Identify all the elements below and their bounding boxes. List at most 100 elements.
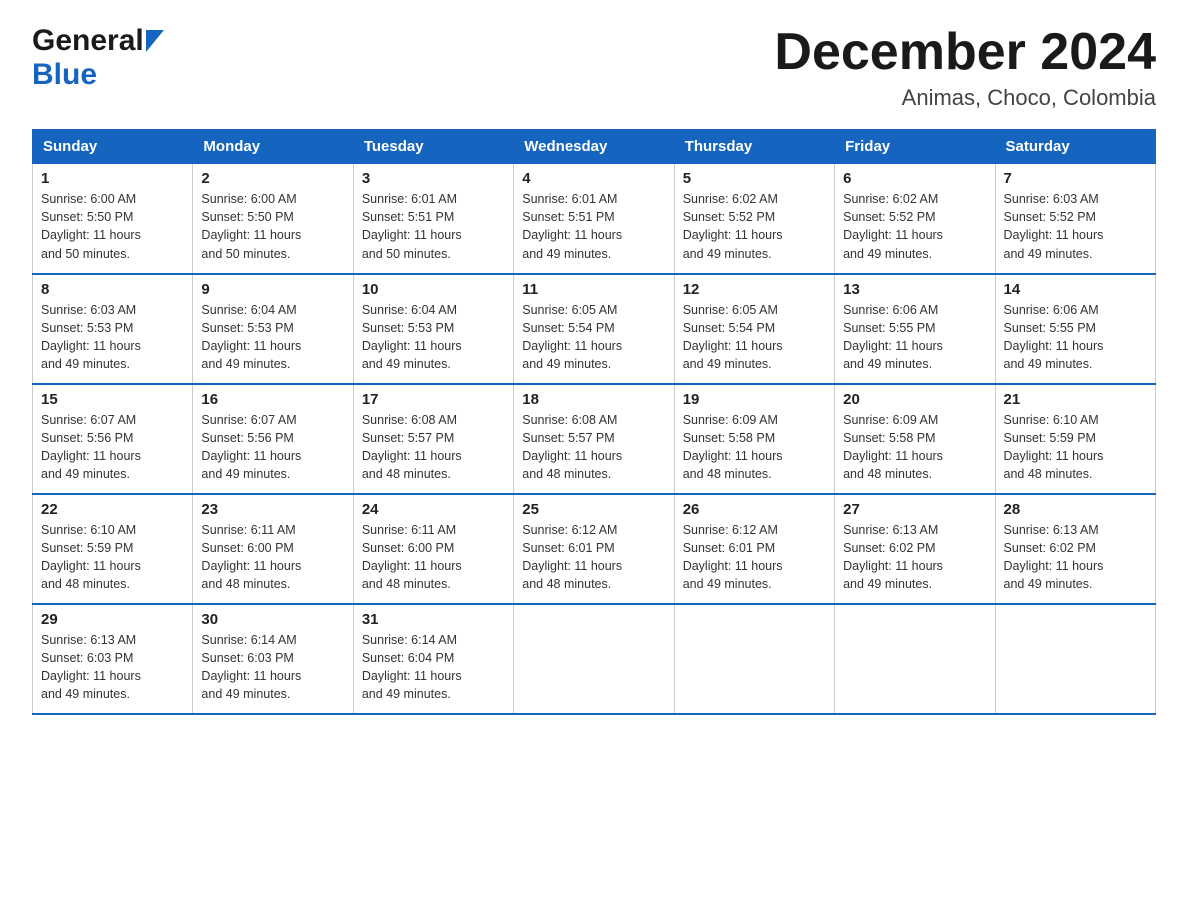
day-info: Sunrise: 6:10 AMSunset: 5:59 PMDaylight:… — [41, 521, 184, 594]
calendar-day-cell: 16Sunrise: 6:07 AMSunset: 5:56 PMDayligh… — [193, 384, 353, 494]
day-info: Sunrise: 6:03 AMSunset: 5:52 PMDaylight:… — [1004, 190, 1147, 263]
calendar-day-cell — [514, 604, 674, 714]
logo-general-text: General — [32, 24, 144, 58]
page-header: General Blue December 2024 Animas, Choco… — [32, 24, 1156, 111]
day-number: 25 — [522, 501, 665, 518]
calendar-week-row: 29 Sunrise: 6:13 AMSunset: 6:03 PMDayligh… — [33, 604, 1156, 714]
calendar-day-cell: 3Sunrise: 6:01 AMSunset: 5:51 PMDaylight… — [353, 164, 513, 274]
title-block: December 2024 Animas, Choco, Colombia — [774, 24, 1156, 111]
day-number: 1 — [41, 170, 184, 187]
day-info: Sunrise: 6:13 AMSunset: 6:03 PMDaylight:… — [41, 631, 184, 704]
day-info: Sunrise: 6:08 AMSunset: 5:57 PMDaylight:… — [522, 411, 665, 484]
calendar-day-cell — [674, 604, 834, 714]
day-info: Sunrise: 6:06 AMSunset: 5:55 PMDaylight:… — [1004, 301, 1147, 374]
calendar-day-cell: 17 Sunrise: 6:08 AMSunset: 5:57 PMDayligh… — [353, 384, 513, 494]
calendar-day-cell: 5 Sunrise: 6:02 AMSunset: 5:52 PMDaylight… — [674, 164, 834, 274]
day-number: 11 — [522, 281, 665, 298]
calendar-day-cell: 27 Sunrise: 6:13 AMSunset: 6:02 PMDayligh… — [835, 494, 995, 604]
calendar-day-cell: 6 Sunrise: 6:02 AMSunset: 5:52 PMDaylight… — [835, 164, 995, 274]
calendar-day-cell: 11 Sunrise: 6:05 AMSunset: 5:54 PMDayligh… — [514, 274, 674, 384]
day-info: Sunrise: 6:12 AMSunset: 6:01 PMDaylight:… — [522, 521, 665, 594]
day-number: 5 — [683, 170, 826, 187]
day-info: Sunrise: 6:13 AMSunset: 6:02 PMDaylight:… — [843, 521, 986, 594]
day-info: Sunrise: 6:05 AMSunset: 5:54 PMDaylight:… — [522, 301, 665, 374]
day-number: 19 — [683, 391, 826, 408]
day-info: Sunrise: 6:11 AMSunset: 6:00 PMDaylight:… — [362, 521, 505, 594]
day-number: 6 — [843, 170, 986, 187]
day-number: 3 — [362, 170, 505, 187]
col-monday: Monday — [193, 130, 353, 164]
day-info: Sunrise: 6:03 AMSunset: 5:53 PMDaylight:… — [41, 301, 184, 374]
day-number: 14 — [1004, 281, 1147, 298]
day-number: 27 — [843, 501, 986, 518]
calendar-day-cell: 14 Sunrise: 6:06 AMSunset: 5:55 PMDayligh… — [995, 274, 1155, 384]
calendar-day-cell: 15Sunrise: 6:07 AMSunset: 5:56 PMDayligh… — [33, 384, 193, 494]
calendar-day-cell: 31 Sunrise: 6:14 AMSunset: 6:04 PMDayligh… — [353, 604, 513, 714]
day-info: Sunrise: 6:11 AMSunset: 6:00 PMDaylight:… — [201, 521, 344, 594]
day-info: Sunrise: 6:14 AMSunset: 6:04 PMDaylight:… — [362, 631, 505, 704]
calendar-day-cell: 7 Sunrise: 6:03 AMSunset: 5:52 PMDaylight… — [995, 164, 1155, 274]
day-number: 9 — [201, 281, 344, 298]
day-info: Sunrise: 6:13 AMSunset: 6:02 PMDaylight:… — [1004, 521, 1147, 594]
calendar-week-row: 8 Sunrise: 6:03 AMSunset: 5:53 PMDaylight… — [33, 274, 1156, 384]
day-number: 30 — [201, 611, 344, 628]
day-number: 22 — [41, 501, 184, 518]
day-info: Sunrise: 6:09 AMSunset: 5:58 PMDaylight:… — [843, 411, 986, 484]
day-info: Sunrise: 6:14 AMSunset: 6:03 PMDaylight:… — [201, 631, 344, 704]
calendar-day-cell: 1 Sunrise: 6:00 AMSunset: 5:50 PMDaylight… — [33, 164, 193, 274]
col-wednesday: Wednesday — [514, 130, 674, 164]
calendar-day-cell: 25 Sunrise: 6:12 AMSunset: 6:01 PMDayligh… — [514, 494, 674, 604]
day-info: Sunrise: 6:06 AMSunset: 5:55 PMDaylight:… — [843, 301, 986, 374]
day-number: 31 — [362, 611, 505, 628]
day-number: 13 — [843, 281, 986, 298]
calendar-day-cell: 9 Sunrise: 6:04 AMSunset: 5:53 PMDaylight… — [193, 274, 353, 384]
calendar-header-row: Sunday Monday Tuesday Wednesday Thursday… — [33, 130, 1156, 164]
calendar-day-cell: 10 Sunrise: 6:04 AMSunset: 5:53 PMDayligh… — [353, 274, 513, 384]
day-number: 29 — [41, 611, 184, 628]
col-thursday: Thursday — [674, 130, 834, 164]
day-number: 21 — [1004, 391, 1147, 408]
day-info: Sunrise: 6:01 AMSunset: 5:51 PMDaylight:… — [522, 190, 665, 263]
calendar-day-cell: 8 Sunrise: 6:03 AMSunset: 5:53 PMDaylight… — [33, 274, 193, 384]
calendar-subtitle: Animas, Choco, Colombia — [774, 85, 1156, 111]
day-number: 4 — [522, 170, 665, 187]
col-tuesday: Tuesday — [353, 130, 513, 164]
calendar-table: Sunday Monday Tuesday Wednesday Thursday… — [32, 129, 1156, 715]
calendar-day-cell: 23Sunrise: 6:11 AMSunset: 6:00 PMDayligh… — [193, 494, 353, 604]
calendar-day-cell: 4 Sunrise: 6:01 AMSunset: 5:51 PMDaylight… — [514, 164, 674, 274]
col-saturday: Saturday — [995, 130, 1155, 164]
day-number: 8 — [41, 281, 184, 298]
day-number: 2 — [201, 170, 344, 187]
day-info: Sunrise: 6:04 AMSunset: 5:53 PMDaylight:… — [201, 301, 344, 374]
day-number: 20 — [843, 391, 986, 408]
day-number: 18 — [522, 391, 665, 408]
calendar-title: December 2024 — [774, 24, 1156, 81]
day-info: Sunrise: 6:02 AMSunset: 5:52 PMDaylight:… — [683, 190, 826, 263]
day-info: Sunrise: 6:02 AMSunset: 5:52 PMDaylight:… — [843, 190, 986, 263]
day-number: 17 — [362, 391, 505, 408]
calendar-day-cell: 24 Sunrise: 6:11 AMSunset: 6:00 PMDayligh… — [353, 494, 513, 604]
calendar-day-cell: 12Sunrise: 6:05 AMSunset: 5:54 PMDayligh… — [674, 274, 834, 384]
day-number: 10 — [362, 281, 505, 298]
day-info: Sunrise: 6:00 AMSunset: 5:50 PMDaylight:… — [41, 190, 184, 263]
day-info: Sunrise: 6:10 AMSunset: 5:59 PMDaylight:… — [1004, 411, 1147, 484]
day-number: 15 — [41, 391, 184, 408]
calendar-day-cell: 30 Sunrise: 6:14 AMSunset: 6:03 PMDayligh… — [193, 604, 353, 714]
day-number: 7 — [1004, 170, 1147, 187]
logo-blue-text: Blue — [32, 58, 97, 91]
calendar-day-cell: 19Sunrise: 6:09 AMSunset: 5:58 PMDayligh… — [674, 384, 834, 494]
calendar-day-cell — [835, 604, 995, 714]
day-info: Sunrise: 6:12 AMSunset: 6:01 PMDaylight:… — [683, 521, 826, 594]
calendar-day-cell: 20 Sunrise: 6:09 AMSunset: 5:58 PMDayligh… — [835, 384, 995, 494]
calendar-day-cell: 29 Sunrise: 6:13 AMSunset: 6:03 PMDayligh… — [33, 604, 193, 714]
day-number: 28 — [1004, 501, 1147, 518]
day-info: Sunrise: 6:08 AMSunset: 5:57 PMDaylight:… — [362, 411, 505, 484]
calendar-week-row: 1 Sunrise: 6:00 AMSunset: 5:50 PMDaylight… — [33, 164, 1156, 274]
calendar-day-cell: 26Sunrise: 6:12 AMSunset: 6:01 PMDayligh… — [674, 494, 834, 604]
calendar-day-cell — [995, 604, 1155, 714]
day-info: Sunrise: 6:04 AMSunset: 5:53 PMDaylight:… — [362, 301, 505, 374]
calendar-day-cell: 21 Sunrise: 6:10 AMSunset: 5:59 PMDayligh… — [995, 384, 1155, 494]
day-info: Sunrise: 6:07 AMSunset: 5:56 PMDaylight:… — [201, 411, 344, 484]
day-number: 24 — [362, 501, 505, 518]
day-info: Sunrise: 6:00 AMSunset: 5:50 PMDaylight:… — [201, 190, 344, 263]
